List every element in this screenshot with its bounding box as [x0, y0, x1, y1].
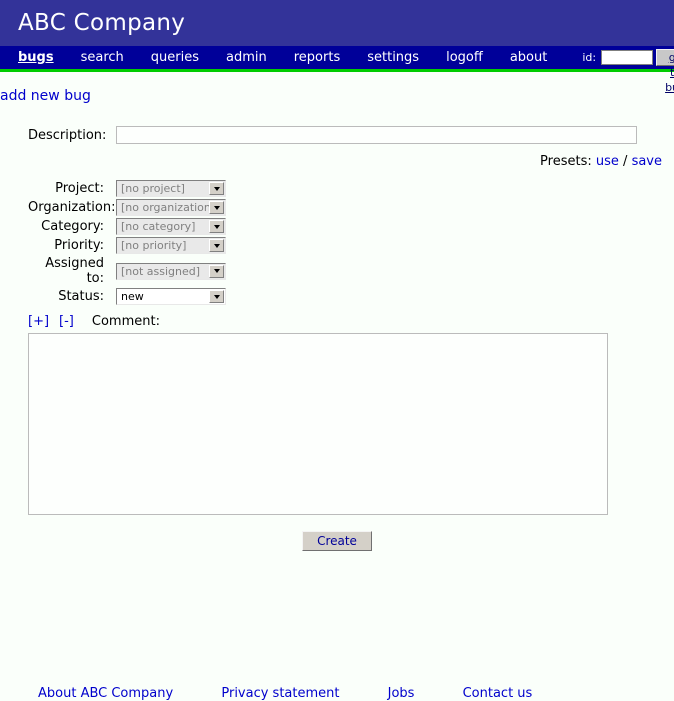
footer-link-jobs[interactable]: Jobs — [388, 686, 415, 701]
comment-collapse-link[interactable]: [-] — [59, 314, 74, 329]
description-label: Description: — [28, 127, 107, 143]
organization-label: Organization: — [28, 200, 116, 215]
category-row: Category: [no category] — [0, 218, 674, 235]
nav-item-bugs[interactable]: bugs — [18, 51, 54, 64]
project-select[interactable]: [no project] — [116, 180, 226, 197]
assigned-to-select-value: [not assigned] — [121, 264, 201, 278]
chevron-down-icon[interactable] — [209, 201, 224, 214]
description-input[interactable] — [116, 126, 637, 144]
chevron-down-icon[interactable] — [209, 182, 224, 195]
nav-item-about[interactable]: about — [510, 51, 548, 64]
organization-row: Organization: [no organization] — [0, 199, 674, 216]
priority-label: Priority: — [54, 238, 104, 253]
status-row: Status: new — [0, 288, 674, 305]
add-bug-form: Description: Presets: use / save Project… — [0, 126, 674, 551]
nav-item-queries[interactable]: queries — [151, 51, 199, 64]
comment-header: [+] [-] Comment: — [28, 314, 674, 329]
company-title: ABC Company — [18, 9, 186, 36]
footer-link-contact[interactable]: Contact us — [463, 686, 533, 701]
status-select[interactable]: new — [116, 288, 226, 305]
comment-textarea[interactable] — [28, 333, 608, 515]
create-row: Create — [0, 531, 674, 551]
chevron-down-icon[interactable] — [209, 239, 224, 252]
status-label: Status: — [58, 289, 104, 304]
nav-item-search[interactable]: search — [81, 51, 124, 64]
presets-row: Presets: use / save — [0, 154, 674, 169]
category-label: Category: — [41, 219, 104, 234]
goto-bug-group: id: go to bug — [582, 49, 674, 94]
assigned-to-label: Assigned to: — [45, 256, 104, 286]
presets-label: Presets: — [540, 154, 592, 169]
footer-link-about[interactable]: About ABC Company — [38, 686, 173, 701]
create-button[interactable]: Create — [302, 531, 372, 551]
nav-item-settings[interactable]: settings — [367, 51, 419, 64]
goto-bug-input[interactable] — [601, 50, 654, 65]
breadcrumb-add-new-bug[interactable]: add new bug — [0, 88, 91, 104]
priority-row: Priority: [no priority] — [0, 237, 674, 254]
organization-select-value: [no organization] — [121, 201, 216, 214]
nav-item-logoff[interactable]: logoff — [446, 51, 483, 64]
comment-label: Comment: — [91, 314, 160, 329]
goto-bug-label: id: — [582, 51, 597, 64]
status-select-value: new — [121, 290, 144, 303]
chevron-down-icon[interactable] — [209, 290, 224, 303]
goto-bug-button[interactable]: go to bug — [656, 49, 674, 94]
header-banner: ABC Company — [0, 0, 674, 46]
assigned-to-row: Assigned to: [not assigned] — [0, 256, 674, 286]
organization-select[interactable]: [no organization] — [116, 199, 226, 216]
main-navigation: bugs search queries admin reports settin… — [0, 46, 674, 94]
category-select[interactable]: [no category] — [116, 218, 226, 235]
nav-item-reports[interactable]: reports — [294, 51, 340, 64]
project-label: Project: — [55, 181, 104, 196]
priority-select-value: [no priority] — [121, 239, 187, 252]
chevron-down-icon[interactable] — [209, 220, 224, 233]
category-select-value: [no category] — [121, 220, 196, 233]
chevron-down-icon[interactable] — [209, 264, 224, 278]
description-row: Description: — [0, 126, 674, 144]
nav-item-admin[interactable]: admin — [226, 51, 267, 64]
assigned-to-select[interactable]: [not assigned] — [116, 262, 226, 280]
presets-separator: / — [623, 154, 628, 169]
presets-use-link[interactable]: use — [596, 154, 619, 169]
presets-save-link[interactable]: save — [632, 154, 662, 169]
project-row: Project: [no project] — [0, 180, 674, 197]
project-select-value: [no project] — [121, 182, 185, 195]
footer-link-privacy[interactable]: Privacy statement — [221, 686, 339, 701]
comment-expand-link[interactable]: [+] — [28, 314, 49, 329]
priority-select[interactable]: [no priority] — [116, 237, 226, 254]
footer: About ABC Company Privacy statement Jobs… — [0, 686, 674, 701]
page-body: add new bug Description: Presets: use / … — [0, 72, 674, 701]
